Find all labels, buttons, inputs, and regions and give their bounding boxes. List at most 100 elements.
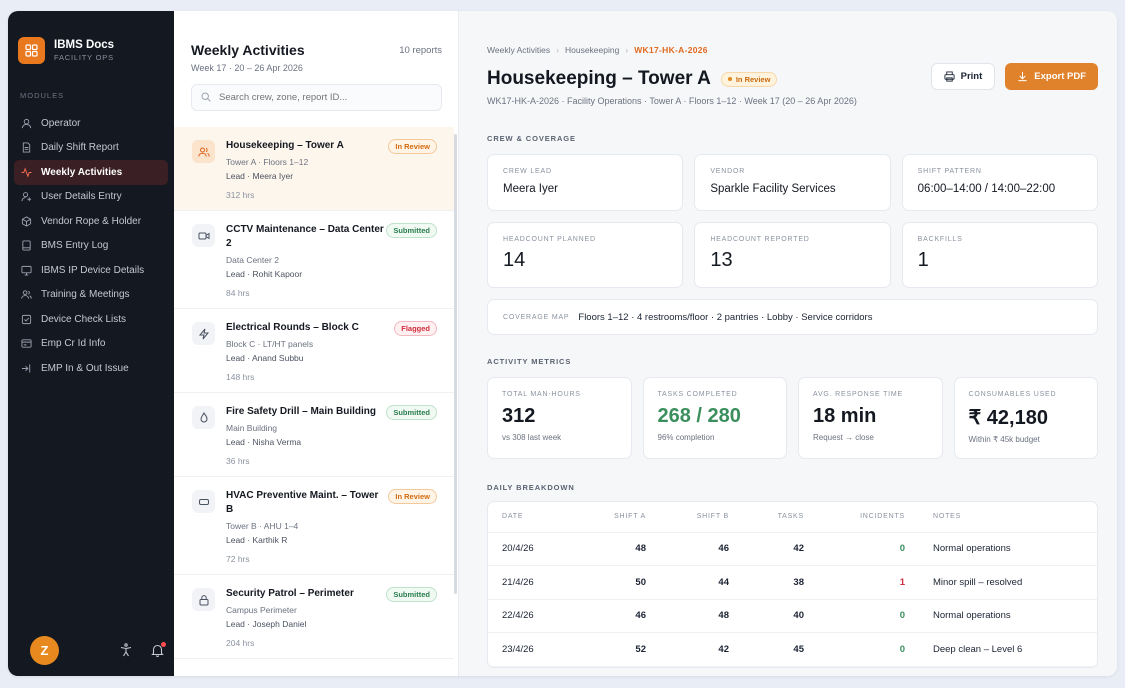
sidebar-item-emp-in-out-issue[interactable]: EMP In & Out Issue: [14, 356, 168, 381]
sidebar-item-vendor-rope-holder[interactable]: Vendor Rope & Holder: [14, 209, 168, 234]
sidebar-item-label: Weekly Activities: [41, 166, 123, 178]
avatar[interactable]: Z: [30, 635, 59, 665]
search-box[interactable]: [191, 84, 442, 111]
status-badge: In Review: [388, 139, 437, 154]
item-title: Housekeeping – Tower A: [226, 140, 344, 151]
table-cell: 46: [660, 532, 743, 566]
table-row[interactable]: 21/4/26 50 44 38 1 Minor spill – resolve…: [488, 565, 1097, 600]
monitor-icon: [20, 264, 32, 276]
item-hours: 72 hrs: [226, 554, 250, 564]
column-header[interactable]: TASKS: [743, 502, 818, 533]
print-button[interactable]: Print: [930, 63, 996, 90]
table-cell: Deep clean – Level 6: [919, 632, 1097, 667]
status-badge: In Review: [388, 489, 437, 504]
sidebar-item-label: EMP In & Out Issue: [41, 362, 129, 374]
search-input[interactable]: [219, 92, 419, 103]
sidebar-item-operator[interactable]: Operator: [14, 111, 168, 136]
export-pdf-button[interactable]: Export PDF: [1005, 63, 1098, 90]
login-icon: [20, 362, 32, 374]
list-subtitle: Week 17 · 20 – 26 Apr 2026: [191, 63, 303, 73]
table-cell: 23/4/26: [488, 632, 580, 667]
crew-lead-card: CREW LEAD Meera Iyer: [487, 154, 684, 211]
status-dot: [727, 77, 732, 81]
headcount-reported-card: HEADCOUNT REPORTED 13: [694, 222, 891, 288]
brand-name: IBMS Docs: [54, 38, 115, 51]
table-cell: 42: [743, 532, 818, 566]
status-label: In Review: [735, 74, 771, 84]
item-location: Block C · LT/HT panels: [226, 339, 314, 349]
checklist-icon: [20, 313, 32, 325]
app-window: IBMS Docs FACILITY OPS MODULES Operator …: [8, 11, 1117, 676]
item-title: CCTV Maintenance – Data Center 2: [226, 224, 384, 249]
item-title: HVAC Preventive Maint. – Tower B: [226, 490, 379, 515]
list-item[interactable]: Security Patrol – Perimeter Submitted Ca…: [174, 575, 454, 659]
item-location: Data Center 2: [226, 255, 279, 265]
modules-heading: MODULES: [20, 91, 65, 100]
column-header[interactable]: DATE: [488, 502, 580, 533]
chevron-right-icon: ›: [556, 45, 559, 55]
table-cell: Normal operations: [919, 532, 1097, 566]
report-meta: WK17-HK-A-2026 · Facility Operations · T…: [487, 96, 857, 106]
crew-cards: CREW LEAD Meera Iyer VENDOR Sparkle Faci…: [487, 154, 1098, 211]
download-icon: [1017, 71, 1028, 82]
list-item[interactable]: CCTV Maintenance – Data Center 2 Submitt…: [174, 211, 454, 309]
list-scrollbar[interactable]: [454, 134, 457, 594]
breadcrumb-current: WK17-HK-A-2026: [634, 45, 708, 55]
list-item[interactable]: Fire Safety Drill – Main Building Submit…: [174, 393, 454, 477]
sidebar-item-label: Training & Meetings: [41, 289, 130, 301]
sidebar-item-daily-shift-report[interactable]: Daily Shift Report: [14, 136, 168, 161]
status-badge: In Review: [720, 71, 778, 87]
breadcrumb-link[interactable]: Weekly Activities: [487, 45, 550, 55]
sidebar-item-bms-entry-log[interactable]: BMS Entry Log: [14, 234, 168, 259]
card-value: 06:00–14:00 / 14:00–22:00: [917, 183, 1056, 195]
brand[interactable]: IBMS Docs FACILITY OPS: [8, 11, 174, 71]
notebook-icon: [20, 240, 32, 252]
sidebar-item-user-details-entry[interactable]: User Details Entry: [14, 185, 168, 210]
table-cell: 0: [818, 632, 919, 667]
table-row[interactable]: 20/4/26 48 46 42 0 Normal operations: [488, 532, 1097, 566]
table-header-row: DATE SHIFT A SHIFT B TASKS INCIDENTS NOT…: [488, 502, 1097, 533]
card-value: 14: [503, 249, 526, 271]
user-add-icon: [20, 191, 32, 203]
sidebar-footer: Z: [8, 624, 174, 676]
column-header[interactable]: NOTES: [919, 502, 1097, 533]
sidebar-item-training-meetings[interactable]: Training & Meetings: [14, 283, 168, 308]
flame-icon: [192, 406, 215, 429]
sidebar-item-label: User Details Entry: [41, 191, 122, 203]
id-card-icon: [20, 338, 32, 350]
sidebar-item-ibms-ip-device-details[interactable]: IBMS IP Device Details: [14, 258, 168, 283]
bell-icon[interactable]: [151, 642, 166, 662]
list-item[interactable]: Housekeeping – Tower A In Review Tower A…: [174, 127, 454, 211]
accessibility-icon[interactable]: [119, 643, 133, 662]
table-row[interactable]: 22/4/26 46 48 40 0 Normal operations: [488, 599, 1097, 633]
card-label: COVERAGE MAP: [503, 313, 570, 321]
table-cell: 1: [818, 565, 919, 600]
breadcrumb-link[interactable]: Housekeeping: [565, 45, 619, 55]
item-hours: 36 hrs: [226, 456, 250, 466]
sidebar-item-emp-cr-id-info[interactable]: Emp Cr Id Info: [14, 332, 168, 357]
metric-card-tasks: TASKS COMPLETED 268 / 280 96% completion: [642, 377, 787, 459]
user-icon: [20, 117, 32, 129]
metric-subtext: Within ₹ 45k budget: [968, 435, 1040, 444]
table-cell: 52: [580, 632, 660, 667]
sidebar-item-label: Device Check Lists: [41, 313, 127, 325]
item-lead: Lead · Karthik R: [226, 535, 288, 545]
metric-cards: TOTAL MAN-HOURS 312 vs 308 last week TAS…: [487, 377, 1098, 459]
sidebar-item-weekly-activities[interactable]: Weekly Activities: [14, 160, 168, 185]
table-row[interactable]: 23/4/26 52 42 45 0 Deep clean – Level 6: [488, 632, 1097, 667]
list-item[interactable]: HVAC Preventive Maint. – Tower B In Revi…: [174, 477, 454, 575]
metric-subtext: 96% completion: [657, 433, 715, 442]
column-header[interactable]: INCIDENTS: [818, 502, 919, 533]
coverage-value: Floors 1–12 · 4 restrooms/floor · 2 pant…: [578, 311, 873, 323]
card-value: Meera Iyer: [503, 183, 558, 195]
sidebar-item-label: Daily Shift Report: [41, 142, 119, 154]
status-badge: Submitted: [386, 405, 437, 420]
item-location: Tower A · Floors 1–12: [226, 157, 309, 167]
list-item[interactable]: Electrical Rounds – Block C Flagged Bloc…: [174, 309, 454, 393]
column-header[interactable]: SHIFT B: [660, 502, 743, 533]
item-lead: Lead · Rohit Kapoor: [226, 269, 303, 279]
sidebar-item-device-check-lists[interactable]: Device Check Lists: [14, 307, 168, 332]
table-cell: 0: [818, 599, 919, 633]
column-header[interactable]: SHIFT A: [580, 502, 660, 533]
item-title: Fire Safety Drill – Main Building: [226, 406, 377, 417]
